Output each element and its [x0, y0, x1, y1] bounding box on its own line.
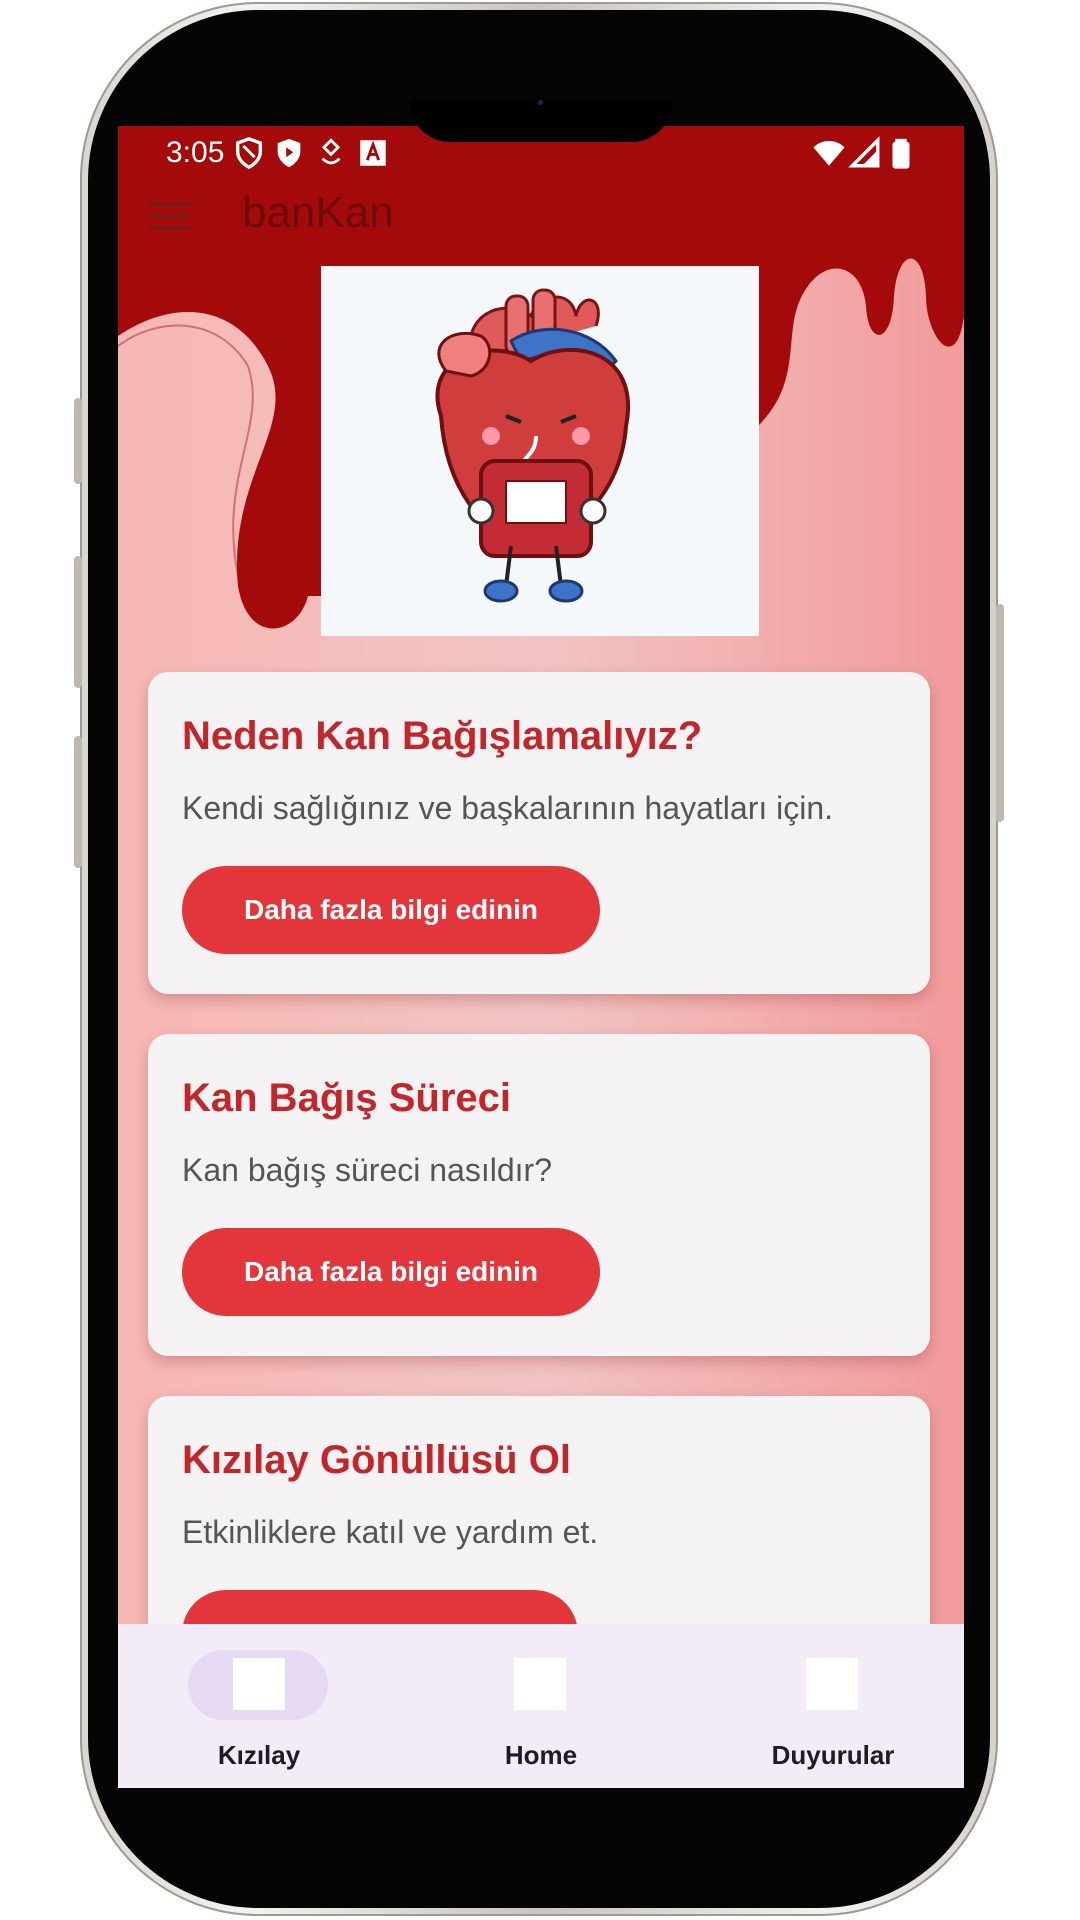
nav-label: Kızılay — [217, 1740, 301, 1770]
app-notification-icon — [360, 140, 386, 166]
play-shield-icon — [277, 138, 301, 168]
card-text: Etkinliklere katıl ve yardım et. — [182, 1514, 599, 1550]
heart-mascot-image — [321, 266, 759, 636]
card-text: Kan bağış süreci nasıldır? — [182, 1152, 552, 1188]
phone-volume-down-button — [74, 736, 82, 868]
shield-icon — [235, 137, 263, 170]
bottom-navigation: Kızılay Home Duyurular — [118, 1624, 964, 1788]
kizilay-icon — [233, 1658, 285, 1710]
card-title: Kızılay Gönüllüsü Ol — [182, 1438, 571, 1482]
announcements-icon — [806, 1658, 858, 1710]
wifi-icon — [813, 140, 845, 166]
card-title: Neden Kan Bağışlamalıyız? — [182, 714, 703, 758]
nav-item-duyurular[interactable]: Duyurular — [682, 1624, 964, 1788]
location-icon — [321, 138, 341, 165]
nav-label: Home — [504, 1740, 578, 1770]
app-screen: 3:05 banKan Neden Kan Bağışlamalıyız? Ke… — [118, 126, 964, 1788]
card-text: Kendi sağlığınız ve başkalarının hayatla… — [182, 790, 834, 826]
heart-mascot-illustration — [435, 288, 630, 603]
nav-item-kizilay[interactable]: Kızılay — [118, 1624, 400, 1788]
battery-icon — [892, 138, 910, 169]
phone-volume-up-button — [74, 556, 82, 688]
phone-power-button — [996, 604, 1004, 822]
info-card: Neden Kan Bağışlamalıyız? Kendi sağlığın… — [148, 672, 930, 994]
nav-label: Duyurular — [771, 1740, 895, 1770]
status-time: 3:05 — [166, 136, 225, 169]
learn-more-button[interactable]: Daha fazla bilgi edinin — [182, 866, 600, 954]
app-bar: banKan — [118, 176, 964, 266]
home-icon — [514, 1658, 566, 1710]
menu-button[interactable] — [148, 196, 190, 238]
phone-notch — [410, 100, 672, 142]
signal-icon — [848, 136, 880, 168]
camera-dot — [538, 100, 543, 105]
info-card: Kan Bağış Süreci Kan bağış süreci nasıld… — [148, 1034, 930, 1356]
nav-item-home[interactable]: Home — [400, 1624, 682, 1788]
learn-more-button[interactable]: Daha fazla bilgi edinin — [182, 1228, 600, 1316]
phone-side-button — [74, 398, 82, 484]
app-title: banKan — [242, 188, 394, 237]
card-title: Kan Bağış Süreci — [182, 1076, 512, 1120]
